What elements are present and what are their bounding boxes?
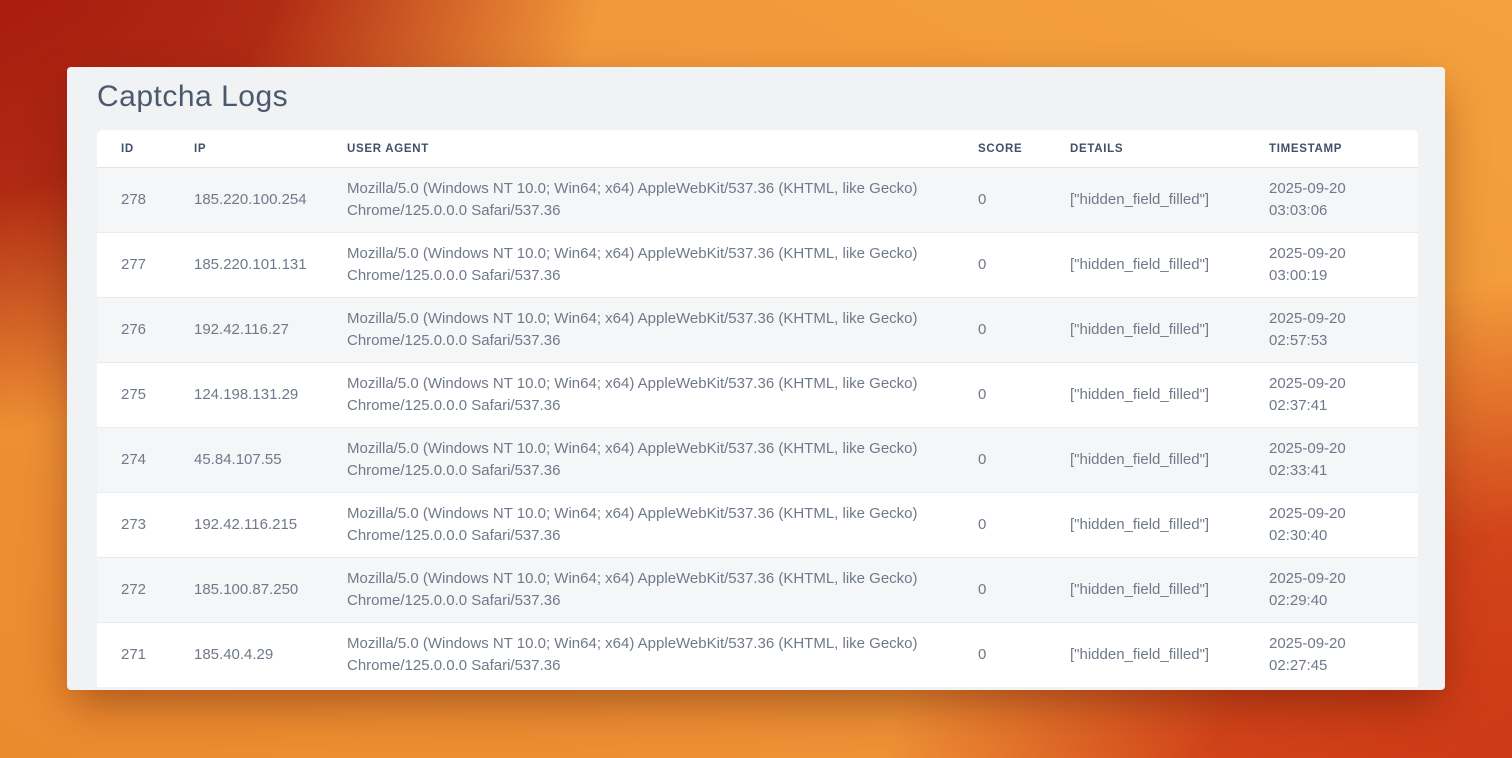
cell-id: 275 — [97, 362, 170, 427]
column-header-details: DETAILS — [1046, 130, 1245, 168]
cell-score: 0 — [954, 492, 1046, 557]
cell-id: 276 — [97, 297, 170, 362]
cell-user-agent: Mozilla/5.0 (Windows NT 10.0; Win64; x64… — [323, 492, 954, 557]
cell-user-agent: Mozilla/5.0 (Windows NT 10.0; Win64; x64… — [323, 168, 954, 232]
cell-ip: 124.198.131.29 — [170, 362, 323, 427]
cell-timestamp: 2025-09-20 02:27:45 — [1245, 622, 1418, 687]
cell-score: 0 — [954, 362, 1046, 427]
table-row: 278 185.220.100.254 Mozilla/5.0 (Windows… — [97, 168, 1418, 232]
cell-score: 0 — [954, 622, 1046, 687]
cell-ip: 45.84.107.55 — [170, 427, 323, 492]
cell-id: 274 — [97, 427, 170, 492]
table-row: 272 185.100.87.250 Mozilla/5.0 (Windows … — [97, 557, 1418, 622]
cell-score: 0 — [954, 557, 1046, 622]
cell-ip: 192.42.116.27 — [170, 297, 323, 362]
cell-id: 273 — [97, 492, 170, 557]
cell-details: ["hidden_field_filled"] — [1046, 557, 1245, 622]
table-row: 274 45.84.107.55 Mozilla/5.0 (Windows NT… — [97, 427, 1418, 492]
cell-id: 277 — [97, 232, 170, 297]
cell-details: ["hidden_field_filled"] — [1046, 232, 1245, 297]
cell-ip: 185.100.87.250 — [170, 557, 323, 622]
page-background: { "page": { "title": "Captcha Logs" }, "… — [0, 0, 1512, 758]
captcha-logs-table: ID IP USER AGENT SCORE DETAILS TIMESTAMP… — [97, 130, 1418, 687]
table-row: 275 124.198.131.29 Mozilla/5.0 (Windows … — [97, 362, 1418, 427]
cell-id: 271 — [97, 622, 170, 687]
table-header: ID IP USER AGENT SCORE DETAILS TIMESTAMP — [97, 130, 1418, 168]
cell-details: ["hidden_field_filled"] — [1046, 622, 1245, 687]
cell-ip: 185.220.101.131 — [170, 232, 323, 297]
cell-user-agent: Mozilla/5.0 (Windows NT 10.0; Win64; x64… — [323, 362, 954, 427]
cell-details: ["hidden_field_filled"] — [1046, 362, 1245, 427]
cell-details: ["hidden_field_filled"] — [1046, 427, 1245, 492]
cell-timestamp: 2025-09-20 02:57:53 — [1245, 297, 1418, 362]
captcha-logs-card: Captcha Logs ID IP USER AGENT SCORE DETA… — [67, 67, 1445, 690]
cell-timestamp: 2025-09-20 03:03:06 — [1245, 168, 1418, 232]
cell-score: 0 — [954, 168, 1046, 232]
cell-user-agent: Mozilla/5.0 (Windows NT 10.0; Win64; x64… — [323, 232, 954, 297]
cell-id: 278 — [97, 168, 170, 232]
cell-user-agent: Mozilla/5.0 (Windows NT 10.0; Win64; x64… — [323, 622, 954, 687]
cell-user-agent: Mozilla/5.0 (Windows NT 10.0; Win64; x64… — [323, 557, 954, 622]
cell-timestamp: 2025-09-20 02:33:41 — [1245, 427, 1418, 492]
cell-user-agent: Mozilla/5.0 (Windows NT 10.0; Win64; x64… — [323, 297, 954, 362]
cell-details: ["hidden_field_filled"] — [1046, 492, 1245, 557]
cell-ip: 185.220.100.254 — [170, 168, 323, 232]
cell-timestamp: 2025-09-20 02:30:40 — [1245, 492, 1418, 557]
cell-id: 272 — [97, 557, 170, 622]
table-header-row: ID IP USER AGENT SCORE DETAILS TIMESTAMP — [97, 130, 1418, 168]
cell-timestamp: 2025-09-20 02:37:41 — [1245, 362, 1418, 427]
cell-ip: 192.42.116.215 — [170, 492, 323, 557]
column-header-id: ID — [97, 130, 170, 168]
cell-score: 0 — [954, 297, 1046, 362]
cell-score: 0 — [954, 427, 1046, 492]
table-body: 278 185.220.100.254 Mozilla/5.0 (Windows… — [97, 168, 1418, 687]
cell-ip: 185.40.4.29 — [170, 622, 323, 687]
cell-details: ["hidden_field_filled"] — [1046, 168, 1245, 232]
column-header-user-agent: USER AGENT — [323, 130, 954, 168]
column-header-timestamp: TIMESTAMP — [1245, 130, 1418, 168]
column-header-ip: IP — [170, 130, 323, 168]
cell-details: ["hidden_field_filled"] — [1046, 297, 1245, 362]
cell-user-agent: Mozilla/5.0 (Windows NT 10.0; Win64; x64… — [323, 427, 954, 492]
table-row: 273 192.42.116.215 Mozilla/5.0 (Windows … — [97, 492, 1418, 557]
table-row: 277 185.220.101.131 Mozilla/5.0 (Windows… — [97, 232, 1418, 297]
cell-timestamp: 2025-09-20 02:29:40 — [1245, 557, 1418, 622]
cell-timestamp: 2025-09-20 03:00:19 — [1245, 232, 1418, 297]
table-row: 276 192.42.116.27 Mozilla/5.0 (Windows N… — [97, 297, 1418, 362]
cell-score: 0 — [954, 232, 1046, 297]
page-title: Captcha Logs — [97, 80, 1418, 114]
column-header-score: SCORE — [954, 130, 1046, 168]
table-row: 271 185.40.4.29 Mozilla/5.0 (Windows NT … — [97, 622, 1418, 687]
